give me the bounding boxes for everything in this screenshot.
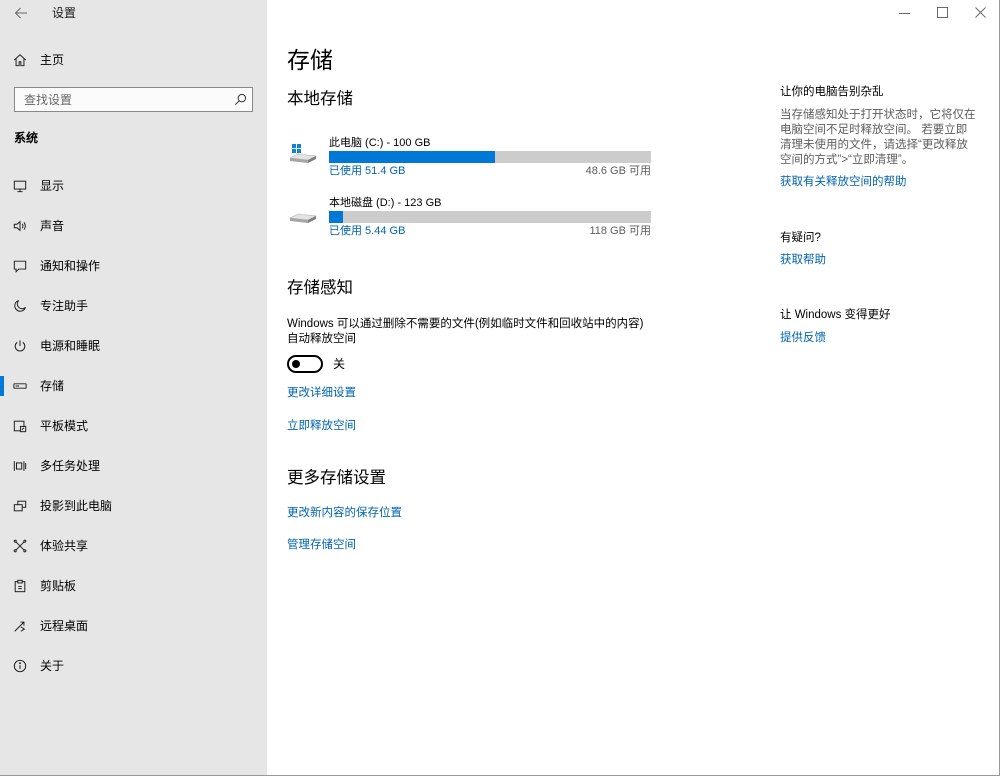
more-storage-settings-heading: 更多存储设置 — [287, 469, 386, 487]
search-box[interactable] — [14, 87, 253, 112]
free-space-label: 48.6 GB 可用 — [585, 165, 651, 177]
usage-bar — [329, 211, 651, 223]
declutter-heading: 让你的电脑告别杂乱 — [780, 86, 884, 98]
manage-storage-spaces-link[interactable]: 管理存储空间 — [287, 538, 356, 552]
local-storage-heading: 本地存储 — [287, 90, 353, 108]
free-up-space-now-link[interactable]: 立即释放空间 — [287, 419, 356, 433]
sidebar-item-label: 专注助手 — [40, 299, 89, 313]
sidebar-item-remote-desktop[interactable]: 远程桌面 — [0, 606, 267, 646]
multitasking-icon — [13, 459, 27, 473]
feedback-heading: 让 Windows 变得更好 — [780, 309, 891, 321]
sidebar-item-about[interactable]: 关于 — [0, 646, 267, 686]
sidebar-item-label: 多任务处理 — [40, 459, 101, 473]
close-icon — [974, 6, 986, 18]
section-title: 系统 — [14, 131, 39, 145]
maximize-icon — [936, 6, 948, 18]
home-icon — [13, 53, 27, 67]
sidebar-item-label: 声音 — [40, 219, 65, 233]
sidebar-item-label: 投影到此电脑 — [40, 499, 113, 513]
toggle-knob — [292, 360, 300, 368]
shared-experiences-icon — [13, 539, 27, 553]
usage-bar-fill — [329, 151, 495, 163]
sidebar-item-label: 显示 — [40, 179, 65, 193]
sidebar-item-label: 平板模式 — [40, 419, 89, 433]
sidebar-item-sound[interactable]: 声音 — [0, 206, 267, 246]
sidebar-item-focus-assist[interactable]: 专注助手 — [0, 286, 267, 326]
page-title: 存储 — [287, 47, 333, 73]
windows-drive-icon — [289, 143, 317, 165]
sidebar-item-power[interactable]: 电源和睡眠 — [0, 326, 267, 366]
sidebar-item-tablet-mode[interactable]: 平板模式 — [0, 406, 267, 446]
sidebar-item-storage[interactable]: 存储 — [0, 366, 267, 406]
sidebar-item-home[interactable]: 主页 — [0, 40, 267, 80]
free-up-space-help-link[interactable]: 获取有关释放空间的帮助 — [780, 175, 907, 189]
questions-heading: 有疑问? — [780, 232, 821, 244]
power-icon — [13, 339, 27, 353]
drive-icon — [289, 203, 317, 225]
sidebar: 设置 主页 系统 显示 声音 通知和操作 专注助手 — [0, 0, 267, 776]
focus-assist-icon — [13, 299, 27, 313]
get-help-link[interactable]: 获取帮助 — [780, 253, 826, 267]
sidebar-item-label: 存储 — [40, 379, 65, 393]
remote-desktop-icon — [13, 619, 27, 633]
sidebar-item-label: 关于 — [40, 659, 65, 673]
storage-sense-heading: 存储感知 — [287, 279, 353, 297]
toggle-state-label: 关 — [333, 357, 346, 371]
change-storage-sense-settings-link[interactable]: 更改详细设置 — [287, 386, 356, 400]
display-icon — [13, 179, 27, 193]
sidebar-item-notifications[interactable]: 通知和操作 — [0, 246, 267, 286]
storage-icon — [13, 379, 27, 393]
close-button[interactable] — [973, 5, 987, 19]
projecting-icon — [13, 499, 27, 513]
drive-d[interactable]: 本地磁盘 (D:) - 123 GB 已使用 5.44 GB 118 GB 可用 — [289, 197, 651, 239]
usage-bar — [329, 151, 651, 163]
selection-indicator — [0, 376, 4, 396]
sidebar-item-label: 通知和操作 — [40, 259, 101, 273]
declutter-text-line: 空间的方式”>“立即清理”。 — [780, 154, 914, 166]
sidebar-item-label: 电源和睡眠 — [40, 339, 101, 353]
notifications-icon — [13, 259, 27, 273]
minimize-icon — [898, 7, 910, 18]
about-icon — [13, 659, 27, 673]
drive-name: 本地磁盘 (D:) - 123 GB — [329, 197, 442, 209]
free-space-label: 118 GB 可用 — [589, 225, 651, 237]
storage-sense-description-line: 自动释放空间 — [287, 333, 356, 345]
sidebar-item-label: 主页 — [40, 53, 65, 67]
back-arrow-icon — [14, 6, 28, 20]
sidebar-item-display[interactable]: 显示 — [0, 166, 267, 206]
declutter-text-line: 当存储感知处于打开状态时，它将仅在 — [780, 109, 976, 121]
search-icon[interactable] — [234, 93, 247, 106]
used-space-label: 已使用 51.4 GB — [329, 165, 406, 177]
maximize-button[interactable] — [935, 5, 949, 19]
storage-sense-toggle[interactable] — [287, 355, 323, 373]
sidebar-item-label: 远程桌面 — [40, 619, 89, 633]
sidebar-item-shared-experiences[interactable]: 体验共享 — [0, 526, 267, 566]
app-title: 设置 — [52, 6, 77, 20]
search-input[interactable] — [15, 88, 225, 111]
sound-icon — [13, 219, 27, 233]
give-feedback-link[interactable]: 提供反馈 — [780, 331, 826, 345]
sidebar-item-projecting[interactable]: 投影到此电脑 — [0, 486, 267, 526]
clipboard-icon — [13, 579, 27, 593]
used-space-label: 已使用 5.44 GB — [329, 225, 406, 237]
minimize-button[interactable] — [897, 5, 911, 19]
sidebar-item-label: 剪贴板 — [40, 579, 77, 593]
drive-name: 此电脑 (C:) - 100 GB — [329, 137, 431, 149]
change-save-locations-link[interactable]: 更改新内容的保存位置 — [287, 506, 402, 520]
back-button[interactable] — [12, 5, 30, 21]
drive-c[interactable]: 此电脑 (C:) - 100 GB 已使用 51.4 GB 48.6 GB 可用 — [289, 137, 651, 179]
tablet-mode-icon — [13, 419, 27, 433]
usage-bar-fill — [329, 211, 344, 223]
sidebar-item-label: 体验共享 — [40, 539, 89, 553]
sidebar-item-multitasking[interactable]: 多任务处理 — [0, 446, 267, 486]
declutter-text-line: 清理未使用的文件，请选择“更改释放 — [780, 139, 968, 151]
sidebar-item-clipboard[interactable]: 剪贴板 — [0, 566, 267, 606]
declutter-text-line: 电脑空间不足时释放空间。 若要立即 — [780, 124, 968, 136]
storage-sense-description-line: Windows 可以通过删除不需要的文件(例如临时文件和回收站中的内容) — [287, 318, 644, 330]
